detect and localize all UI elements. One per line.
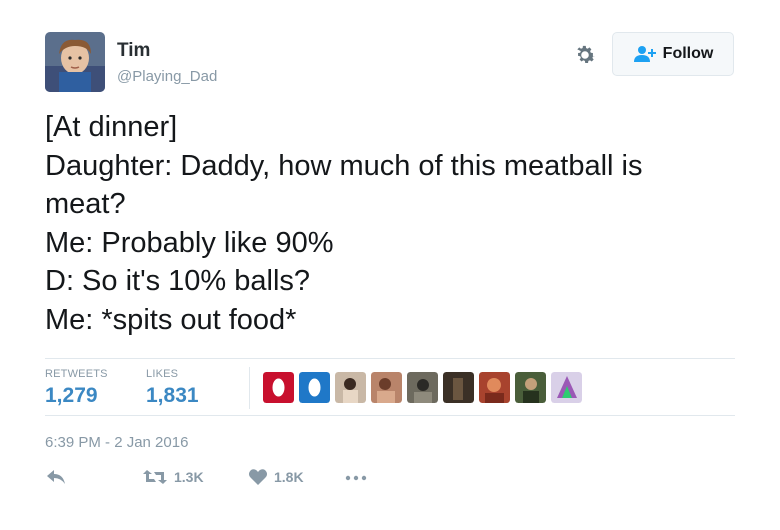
tweet-text: [At dinner] Daughter: Daddy, how much of…: [45, 108, 735, 339]
follow-add-user-icon: [633, 46, 656, 62]
heart-icon: [248, 469, 268, 485]
liker-avatars: [263, 372, 582, 403]
follow-button-label: Follow: [662, 45, 714, 62]
tweet-card: Tim @Playing_Dad Follow [At dinner] Daug…: [0, 0, 780, 530]
tweet-timestamp[interactable]: 6:39 PM - 2 Jan 2016: [45, 434, 188, 451]
tweet-line: Daughter: Daddy, how much of this meatba…: [45, 149, 643, 182]
liker-avatar[interactable]: [263, 372, 294, 403]
avatar[interactable]: [45, 32, 105, 92]
reply-icon: [47, 470, 65, 484]
liker-avatar[interactable]: [299, 372, 330, 403]
tweet-line: Me: *spits out food*: [45, 303, 297, 336]
more-dots-icon: [345, 475, 367, 481]
user-name[interactable]: Tim: [117, 40, 150, 62]
likes-label: LIKES: [146, 368, 179, 380]
liker-avatar[interactable]: [443, 372, 474, 403]
retweet-count: 1.3K: [174, 469, 204, 485]
tweet-line: meat?: [45, 188, 126, 220]
user-handle[interactable]: @Playing_Dad: [117, 68, 217, 85]
liker-avatar[interactable]: [515, 372, 546, 403]
tweet-actions: 1.3K 1.8K: [45, 468, 735, 498]
follow-button[interactable]: Follow: [612, 32, 734, 76]
retweet-icon: [143, 470, 167, 484]
like-button[interactable]: 1.8K: [248, 468, 304, 486]
liker-avatar[interactable]: [551, 372, 582, 403]
retweets-label: RETWEETS: [45, 368, 108, 380]
liker-avatar[interactable]: [479, 372, 510, 403]
stats-divider: [249, 367, 250, 409]
retweet-button[interactable]: 1.3K: [142, 468, 204, 486]
tweet-line: D: So it's 10% balls?: [45, 265, 311, 297]
retweets-value: 1,279: [45, 384, 98, 407]
tweet-header: Tim @Playing_Dad Follow: [45, 32, 735, 92]
reply-button[interactable]: [45, 468, 67, 486]
tweet-line: [At dinner]: [45, 111, 178, 143]
liker-avatar[interactable]: [371, 372, 402, 403]
more-button[interactable]: [345, 468, 367, 486]
likes-stat[interactable]: LIKES 1,831: [146, 368, 199, 408]
liker-avatar[interactable]: [335, 372, 366, 403]
tweet-line: Me: Probably like 90%: [45, 226, 334, 259]
tweet-stats: RETWEETS 1,279 LIKES 1,831: [45, 358, 735, 416]
settings-gear-icon[interactable]: [572, 42, 598, 68]
likes-value: 1,831: [146, 384, 199, 407]
like-count: 1.8K: [274, 469, 304, 485]
retweets-stat[interactable]: RETWEETS 1,279: [45, 368, 108, 408]
liker-avatar[interactable]: [407, 372, 438, 403]
